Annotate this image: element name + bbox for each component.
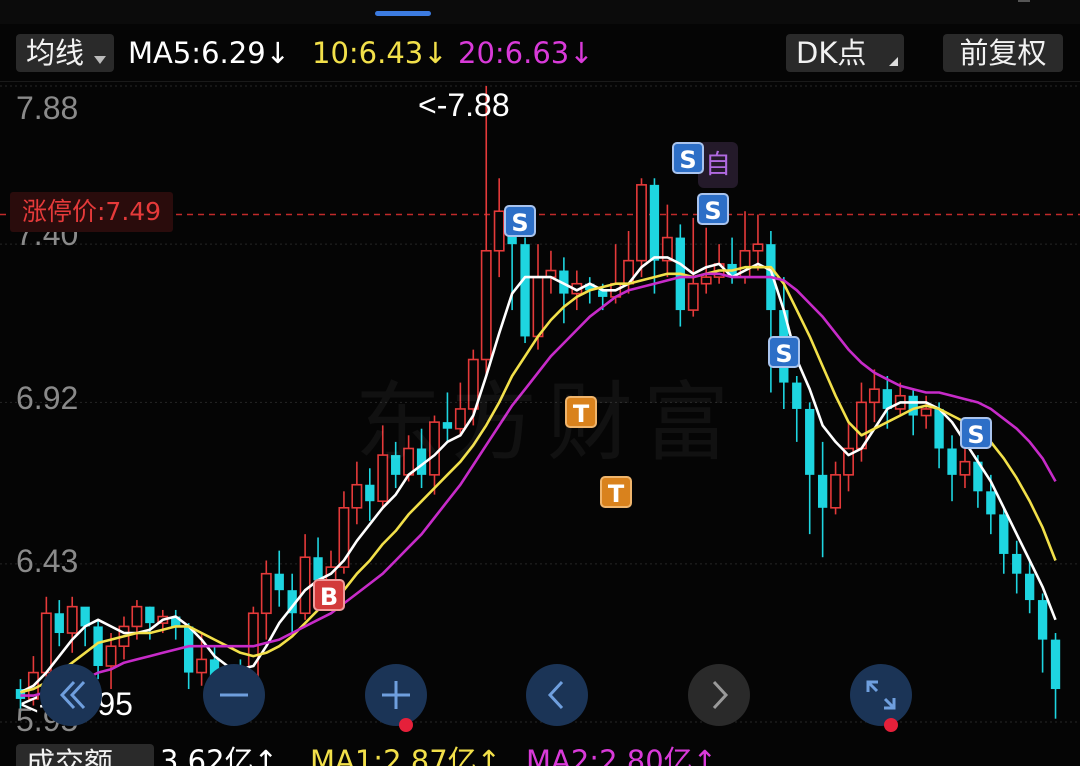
candle-body <box>908 395 918 416</box>
scroll-right-button[interactable] <box>688 664 750 726</box>
double-chevron-left-icon <box>59 680 86 710</box>
scroll-left-fast-button[interactable] <box>40 664 102 726</box>
candle-body <box>1050 639 1061 690</box>
self-select-badge[interactable]: 自 <box>698 142 738 188</box>
sell-signal-badge[interactable]: S <box>672 142 704 174</box>
status-indicator <box>1018 0 1030 2</box>
candle-body <box>480 249 492 361</box>
candle-body <box>805 408 815 475</box>
volume-ma2-value: MA2:2.80亿 <box>526 744 693 766</box>
candle-body <box>868 388 880 404</box>
volume-ma1-value: MA1:2.87亿 <box>310 744 477 766</box>
zoom-in-button[interactable] <box>365 664 427 732</box>
candle-body <box>493 210 505 252</box>
indicator-type-label: 均线 <box>26 36 85 70</box>
ma20-trend-arrow: ↓ <box>569 36 594 70</box>
candle-body <box>351 483 363 509</box>
candle-body <box>636 184 647 262</box>
candle-body <box>1024 573 1035 601</box>
volume-indicator-label: 成交额 <box>26 746 114 766</box>
y-tick-label: 6.43 <box>16 543 79 579</box>
ma10-trend-arrow: ↓ <box>423 36 448 70</box>
candle-body <box>947 448 957 475</box>
candle-body <box>959 460 971 476</box>
candle-body <box>1037 600 1048 640</box>
y-tick-label: 7.88 <box>16 90 79 126</box>
expand-icon <box>866 680 896 710</box>
candle-body <box>274 573 284 591</box>
ma5-readout: MA5:6.29↓ <box>128 34 290 72</box>
candle-body <box>649 184 660 261</box>
minus-icon <box>220 693 248 697</box>
volume-readout: 3.62亿↑ <box>160 742 278 766</box>
chevron-left-icon <box>547 680 564 710</box>
plus-icon <box>382 681 410 709</box>
candle-body <box>792 382 802 409</box>
volume-indicator-dropdown[interactable]: 成交额 <box>16 744 154 766</box>
ma5-trend-arrow: ↓ <box>265 36 290 70</box>
candle-body <box>934 408 944 449</box>
candle-body <box>66 605 78 634</box>
volume-trend-arrow: ↑ <box>253 744 278 766</box>
t-signal-badge[interactable]: T <box>600 476 632 508</box>
candle-body <box>299 556 311 615</box>
t-signal-badge[interactable]: T <box>565 396 597 428</box>
candle-body <box>817 474 828 508</box>
candle-body <box>999 514 1009 554</box>
high-price-marker: <-7.88 <box>418 87 510 123</box>
sell-signal-badge[interactable]: S <box>504 205 536 237</box>
candle-body <box>520 244 530 337</box>
dk-point-dropdown[interactable]: DK点 <box>786 34 904 72</box>
candle-body <box>687 282 699 311</box>
candle-body <box>105 645 117 667</box>
sell-signal-badge[interactable]: S <box>697 193 729 225</box>
candle-body <box>1012 553 1022 574</box>
sell-signal-badge[interactable]: S <box>960 417 992 449</box>
chevron-right-icon <box>712 680 729 710</box>
indicator-type-dropdown[interactable]: 均线 <box>16 34 114 72</box>
volume-ma1-arrow: ↑ <box>476 744 501 766</box>
notification-dot <box>884 718 898 732</box>
watermark: 东方财富 <box>355 373 739 473</box>
candle-body <box>532 276 544 338</box>
ma10-value: 10:6.43 <box>312 36 424 70</box>
drag-handle[interactable] <box>375 11 431 16</box>
ma5-value: MA5:6.29 <box>128 36 266 70</box>
candle-body <box>700 276 712 285</box>
status-strip <box>0 0 1080 24</box>
corner-triangle-icon <box>889 57 898 66</box>
candle-body <box>920 408 932 417</box>
candle-body <box>752 243 764 252</box>
sell-signal-badge[interactable]: S <box>768 336 800 368</box>
fullscreen-button[interactable] <box>850 664 912 732</box>
candle-body <box>365 484 375 502</box>
scroll-left-button[interactable] <box>526 664 588 726</box>
ma20-readout: 20:6.63↓ <box>458 34 594 72</box>
y-tick-label: 6.92 <box>16 380 79 416</box>
candle-body <box>830 474 842 509</box>
ma10-readout: 10:6.43↓ <box>312 34 448 72</box>
candle-body <box>313 557 323 581</box>
volume-ma1-readout: MA1:2.87亿↑ <box>310 742 501 766</box>
volume-value: 3.62亿 <box>160 744 254 766</box>
indicator-header: 均线 MA5:6.29↓ 10:6.43↓ 20:6.63↓ DK点 前复权 <box>0 24 1080 82</box>
candle-body <box>54 613 64 634</box>
volume-ma2-readout: MA2:2.80亿↑ <box>526 742 717 766</box>
candle-body <box>145 606 155 624</box>
limit-up-price-label: 涨停价:7.49 <box>10 192 174 232</box>
candle-body <box>986 491 996 515</box>
zoom-out-button[interactable] <box>203 664 265 726</box>
buy-signal-badge[interactable]: B <box>313 579 345 611</box>
ma20-value: 20:6.63 <box>458 36 570 70</box>
forward-adjust-button[interactable]: 前复权 <box>943 34 1063 72</box>
chevron-down-icon <box>94 56 106 64</box>
notification-dot <box>399 718 413 732</box>
candle-body <box>260 572 272 615</box>
candle-body <box>131 605 143 628</box>
candle-body <box>184 626 194 673</box>
volume-ma2-arrow: ↑ <box>692 744 717 766</box>
kline-chart[interactable]: 东方财富 7.88 7.40 6.92 6.43 5.95 涨停价:7.49 <… <box>0 82 1080 738</box>
dk-point-label: DK点 <box>796 36 867 70</box>
volume-header: 成交额 3.62亿↑ MA1:2.87亿↑ MA2:2.80亿↑ <box>0 738 1080 766</box>
